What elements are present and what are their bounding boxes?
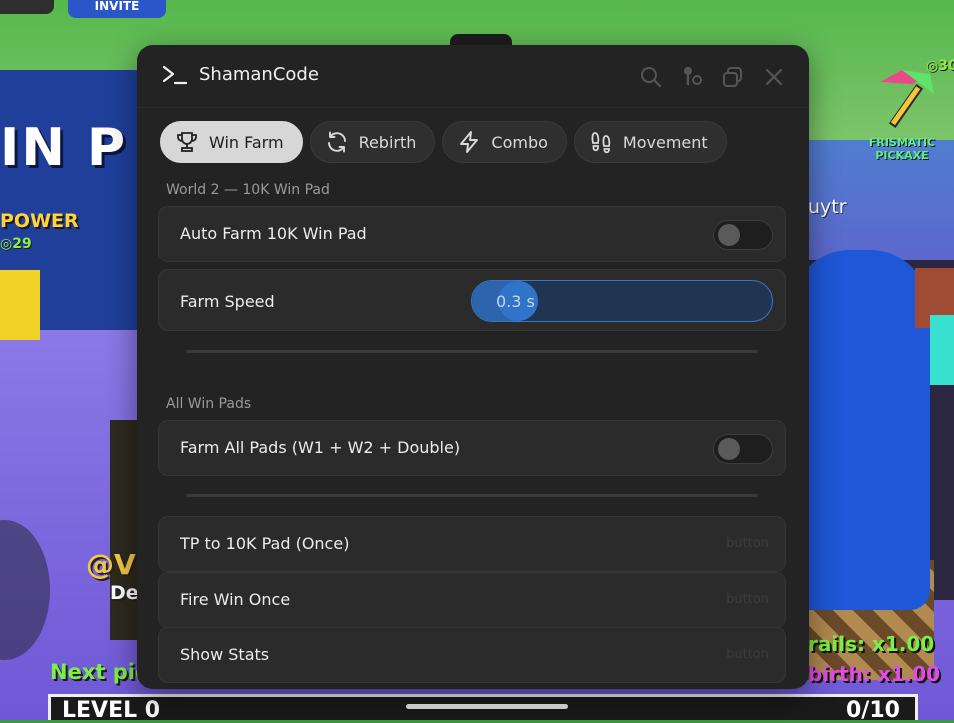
joystick-icon — [683, 66, 702, 85]
player-subtitle: De — [110, 582, 139, 604]
farm-speed-slider[interactable]: 0.3 s — [471, 280, 773, 322]
home-indicator — [406, 704, 568, 709]
farm-all-toggle[interactable] — [713, 434, 773, 464]
farm-speed-row: Farm Speed 0.3 s — [158, 269, 786, 331]
fire-win-button[interactable]: Fire Win Once button — [158, 572, 786, 628]
banner-text: IN P — [0, 118, 128, 178]
refresh-icon — [327, 131, 346, 153]
power-value-number: 29 — [12, 236, 32, 252]
footprints-icon — [591, 132, 611, 154]
title-bar[interactable]: ShamanCode — [137, 45, 809, 107]
farm-speed-label: Farm Speed — [180, 292, 275, 311]
tab-bar: Win Farm Rebirth Combo Movement — [160, 121, 727, 163]
title-actions — [637, 63, 787, 90]
farm-speed-value: 0.3 s — [496, 292, 535, 311]
section-divider — [186, 350, 758, 353]
next-pickaxe-label: Next pic — [50, 660, 148, 684]
auto-farm-toggle[interactable] — [713, 220, 773, 250]
player-tag: @V — [86, 548, 136, 581]
other-player-name: uytr — [808, 196, 847, 218]
tab-movement[interactable]: Movement — [573, 121, 727, 163]
trails-multiplier: rails: x1.00 — [808, 632, 935, 656]
section-divider — [186, 494, 758, 497]
lightning-icon — [460, 131, 479, 153]
level-progress-count: 0/10 — [846, 698, 900, 723]
tp-button-label: TP to 10K Pad (Once) — [180, 534, 350, 553]
auto-farm-row[interactable]: Auto Farm 10K Win Pad — [158, 206, 786, 262]
tab-combo[interactable]: Combo — [442, 121, 567, 163]
tab-label: Rebirth — [358, 132, 417, 152]
settings-button[interactable] — [0, 0, 54, 14]
button-hint: button — [726, 536, 769, 551]
toggle-knob — [718, 224, 740, 246]
toggle-knob — [718, 438, 740, 460]
script-panel: ShamanCode Win Farm Rebirth Combo Moveme… — [137, 45, 809, 689]
tab-label: Movement — [622, 132, 708, 152]
close-icon — [765, 68, 782, 85]
bg-target-dummy — [0, 270, 40, 340]
show-stats-button[interactable]: Show Stats button — [158, 627, 786, 683]
fire-win-label: Fire Win Once — [180, 590, 291, 609]
joystick-button[interactable] — [678, 63, 705, 90]
rebirth-multiplier: birth: x1.00 — [808, 662, 941, 686]
window-title: ShamanCode — [199, 64, 319, 85]
title-divider — [137, 107, 809, 108]
tab-label: Combo — [491, 132, 548, 152]
invite-button[interactable]: INVITE — [68, 0, 166, 18]
level-label: LEVEL 0 — [62, 698, 161, 723]
terminal-prompt-icon — [162, 65, 188, 85]
show-stats-label: Show Stats — [180, 645, 270, 664]
search-icon — [640, 66, 661, 87]
close-button[interactable] — [760, 63, 787, 90]
farm-all-label: Farm All Pads (W1 + W2 + Double) — [180, 438, 461, 457]
tab-label: Win Farm — [209, 132, 284, 152]
search-button[interactable] — [637, 63, 664, 90]
button-hint: button — [726, 647, 769, 662]
power-value: ◎29 — [0, 236, 32, 252]
pickaxe-name: FRISMATIC PICKAXE — [868, 136, 936, 162]
minimize-button[interactable] — [719, 63, 746, 90]
farm-all-row[interactable]: Farm All Pads (W1 + W2 + Double) — [158, 420, 786, 476]
trophy-icon — [177, 132, 197, 152]
tp-button[interactable]: TP to 10K Pad (Once) button — [158, 516, 786, 572]
bg-player-avatar — [790, 250, 930, 610]
bg-teal-block — [930, 315, 954, 385]
power-label: POWER — [0, 210, 79, 232]
auto-farm-label: Auto Farm 10K Win Pad — [180, 224, 367, 243]
tab-rebirth[interactable]: Rebirth — [309, 121, 436, 163]
copy-window-icon — [722, 66, 742, 87]
pickaxe-icon — [880, 70, 934, 128]
section-label-world2: World 2 — 10K Win Pad — [166, 182, 330, 198]
section-label-all-pads: All Win Pads — [166, 396, 252, 412]
tab-win-farm[interactable]: Win Farm — [160, 121, 303, 163]
button-hint: button — [726, 592, 769, 607]
